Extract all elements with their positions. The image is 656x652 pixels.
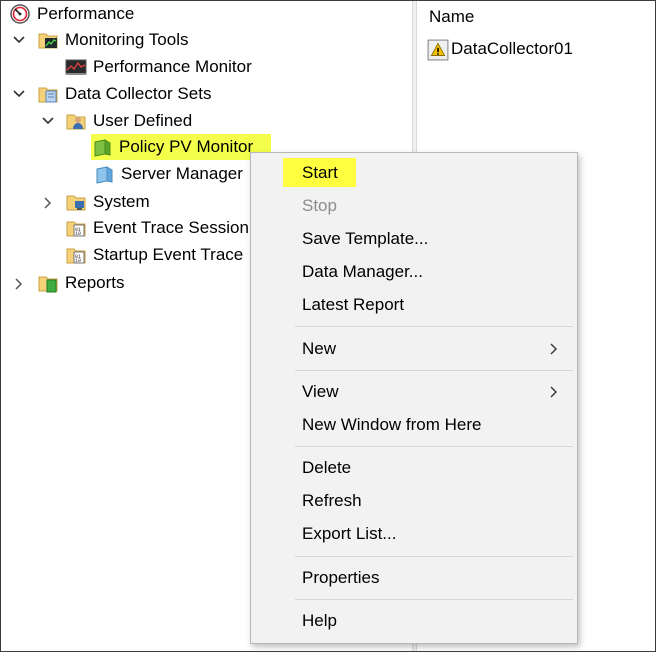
folder-trace-icon: 01 10 [65, 217, 87, 239]
tree-label-performance-monitor: Performance Monitor [93, 57, 252, 76]
tree-item-system[interactable]: System [65, 189, 150, 215]
performance-monitor-window: Performance Monitoring Tools Performance… [0, 0, 656, 652]
menu-separator [295, 326, 573, 327]
tree-item-user-defined[interactable]: User Defined [65, 108, 192, 134]
tree-label-startup-event-trace: Startup Event Trace [93, 245, 244, 264]
menu-item-export-list[interactable]: Export List... [251, 518, 577, 550]
chevron-down-icon[interactable] [12, 87, 26, 101]
tree-item-event-trace-sessions[interactable]: 01 10 Event Trace Session [65, 215, 249, 241]
svg-text:10: 10 [75, 231, 81, 237]
tree-item-reports[interactable]: Reports [37, 270, 125, 296]
tree-label-data-collector-sets: Data Collector Sets [65, 84, 212, 103]
chevron-down-icon[interactable] [41, 114, 55, 128]
tree-item-performance-monitor[interactable]: Performance Monitor [65, 54, 252, 80]
menu-item-refresh[interactable]: Refresh [251, 485, 577, 517]
folder-reports-icon [37, 272, 59, 294]
list-item-label: DataCollector01 [451, 39, 573, 58]
folder-chart-icon [37, 29, 59, 51]
chevron-down-icon[interactable] [12, 33, 26, 47]
tree-label-event-trace-sessions: Event Trace Session [93, 218, 249, 237]
list-item[interactable]: DataCollector01 [427, 37, 573, 61]
warning-icon [427, 39, 449, 61]
folder-system-icon [65, 191, 87, 213]
chevron-right-icon[interactable] [12, 277, 26, 291]
context-menu: Start Stop Save Template... Data Manager… [250, 152, 578, 644]
folder-user-icon [65, 110, 87, 132]
chevron-right-icon[interactable] [41, 196, 55, 210]
menu-item-stop: Stop [302, 196, 337, 215]
tree-label-system: System [93, 192, 150, 211]
folder-trace-icon: 01 10 [65, 244, 87, 266]
menu-item-save-template[interactable]: Save Template... [251, 223, 577, 255]
performance-gauge-icon [9, 3, 31, 25]
menu-item-delete[interactable]: Delete [251, 452, 577, 484]
tree-item-monitoring-tools[interactable]: Monitoring Tools [37, 27, 188, 53]
folder-data-collector-icon [37, 83, 59, 105]
menu-item-start[interactable]: Start [251, 157, 577, 189]
tree-label-user-defined: User Defined [93, 111, 193, 130]
menu-item-new-window-from-here[interactable]: New Window from Here [251, 409, 577, 441]
menu-item-properties[interactable]: Properties [251, 562, 577, 594]
tree-item-startup-event-trace[interactable]: 01 10 Startup Event Trace [65, 242, 243, 268]
menu-item-help[interactable]: Help [251, 605, 577, 637]
menu-item-latest-report[interactable]: Latest Report [251, 289, 577, 321]
data-collector-set-blue-icon [93, 163, 115, 185]
tree-label-policy-pv-monitor: Policy PV Monitor [119, 137, 254, 156]
chevron-right-icon [550, 343, 557, 355]
tree-label-reports: Reports [65, 273, 125, 292]
tree-item-policy-pv-monitor[interactable]: Policy PV Monitor [91, 134, 271, 160]
tree-item-data-collector-sets[interactable]: Data Collector Sets [37, 81, 211, 107]
menu-item-new[interactable]: New [251, 333, 577, 365]
tree-item-server-manager[interactable]: Server Manager [93, 161, 243, 187]
monitor-chart-icon [65, 56, 87, 78]
column-header-name[interactable]: Name [429, 7, 474, 27]
menu-separator [295, 370, 573, 371]
tree-label-monitoring-tools: Monitoring Tools [65, 30, 189, 49]
svg-text:10: 10 [75, 258, 81, 264]
data-collector-set-icon [91, 136, 113, 158]
menu-item-view[interactable]: View [251, 376, 577, 408]
tree-label-server-manager: Server Manager [121, 164, 243, 183]
chevron-right-icon [550, 386, 557, 398]
menu-item-data-manager[interactable]: Data Manager... [251, 256, 577, 288]
menu-separator [295, 599, 573, 600]
menu-separator [295, 446, 573, 447]
tree-item-performance[interactable]: Performance [9, 1, 134, 27]
tree-label-performance: Performance [37, 4, 135, 23]
menu-separator [295, 556, 573, 557]
